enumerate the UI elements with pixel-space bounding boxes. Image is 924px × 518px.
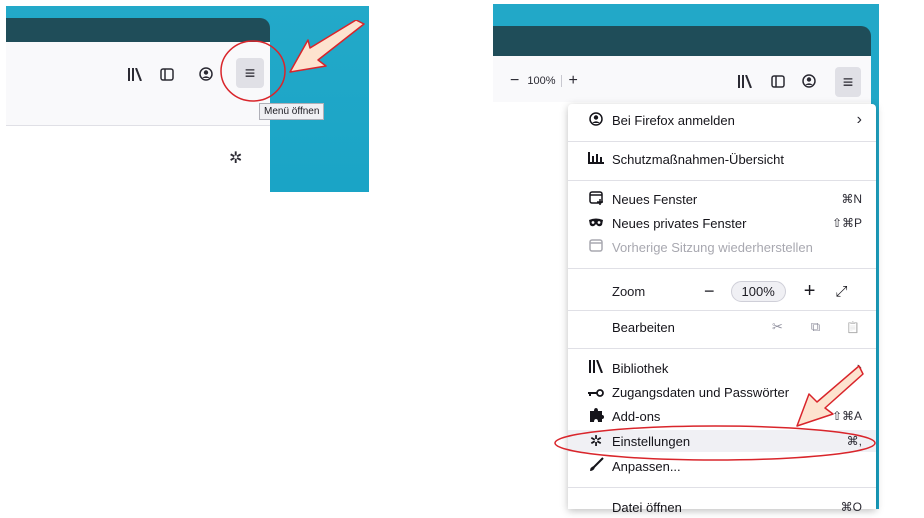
zoom-level[interactable]: 100% bbox=[527, 75, 563, 87]
key-icon bbox=[586, 385, 606, 400]
sidebar-icon[interactable] bbox=[160, 68, 174, 83]
library-icon[interactable] bbox=[738, 74, 752, 90]
open-menu-button[interactable]: ≡ bbox=[835, 67, 861, 97]
window-titlebar bbox=[493, 26, 871, 56]
library-icon[interactable] bbox=[128, 67, 142, 83]
zoom-in-button[interactable]: + bbox=[804, 280, 816, 303]
settings-gear-icon[interactable]: ✲ bbox=[229, 151, 242, 167]
chevron-right-icon: › bbox=[856, 111, 862, 128]
menu-edit-row: Bearbeiten ✂ ⧉ 📋 bbox=[568, 316, 876, 338]
annotation-circle bbox=[220, 40, 286, 102]
sidebar-icon[interactable] bbox=[771, 75, 785, 90]
menu-item-sign-in[interactable]: Bei Firefox anmelden › bbox=[568, 109, 876, 131]
account-icon bbox=[586, 111, 606, 129]
cut-icon[interactable]: ✂ bbox=[772, 319, 783, 335]
library-icon bbox=[586, 359, 606, 376]
fullscreen-icon[interactable]: ⤢ bbox=[835, 283, 847, 300]
menu-item-label: Neues privates Fenster bbox=[612, 215, 747, 231]
copy-icon[interactable]: ⧉ bbox=[811, 319, 820, 335]
menu-item-shortcut: ⌘N bbox=[841, 192, 862, 206]
private-mask-icon bbox=[586, 216, 606, 231]
menu-item-shortcut: ⌘O bbox=[840, 500, 862, 514]
menu-zoom-row: Zoom − 100% + ⤢ bbox=[568, 278, 876, 304]
account-icon[interactable] bbox=[802, 74, 816, 90]
menu-separator bbox=[568, 348, 876, 349]
zoom-label: Zoom bbox=[612, 283, 646, 299]
menu-separator bbox=[568, 141, 876, 142]
zoom-in-button[interactable]: + bbox=[568, 72, 577, 90]
menu-separator bbox=[568, 268, 876, 269]
menu-separator bbox=[568, 487, 876, 488]
left-screenshot-panel: ≡ Menü öffnen ✲ bbox=[6, 6, 369, 192]
paste-icon[interactable]: 📋 bbox=[846, 321, 860, 334]
menu-item-restore-session: Vorherige Sitzung wiederherstellen bbox=[568, 236, 876, 258]
new-window-icon bbox=[586, 190, 606, 208]
zoom-reset-button[interactable]: 100% bbox=[730, 280, 786, 302]
zoom-out-button[interactable]: − bbox=[704, 281, 715, 302]
menu-item-label: Vorherige Sitzung wiederherstellen bbox=[612, 239, 813, 255]
account-icon[interactable] bbox=[199, 67, 213, 83]
hamburger-icon: ≡ bbox=[842, 71, 854, 92]
edit-label: Bearbeiten bbox=[612, 319, 675, 335]
chart-icon bbox=[586, 151, 606, 167]
menu-item-label: Bei Firefox anmelden bbox=[612, 112, 735, 128]
menu-item-label: Datei öffnen bbox=[612, 499, 682, 515]
restore-session-icon bbox=[586, 238, 606, 256]
toolbar-zoom-control: − 100% + bbox=[510, 72, 578, 90]
annotation-arrow bbox=[289, 20, 365, 73]
menu-separator bbox=[568, 180, 876, 181]
menu-item-open-file[interactable]: Datei öffnen ⌘O bbox=[568, 496, 876, 518]
menu-item-new-window[interactable]: Neues Fenster ⌘N bbox=[568, 188, 876, 210]
menu-item-label: Neues Fenster bbox=[612, 191, 698, 207]
menu-separator bbox=[568, 310, 876, 311]
menu-item-new-private-window[interactable]: Neues privates Fenster ⇧⌘P bbox=[568, 212, 876, 234]
menu-item-shortcut: ⇧⌘P bbox=[831, 216, 862, 230]
zoom-out-button[interactable]: − bbox=[510, 72, 519, 90]
annotation-arrow bbox=[796, 365, 864, 427]
menu-item-protections[interactable]: Schutzmaßnahmen-Übersicht bbox=[568, 148, 876, 170]
menu-item-label: Schutzmaßnahmen-Übersicht bbox=[612, 151, 784, 167]
